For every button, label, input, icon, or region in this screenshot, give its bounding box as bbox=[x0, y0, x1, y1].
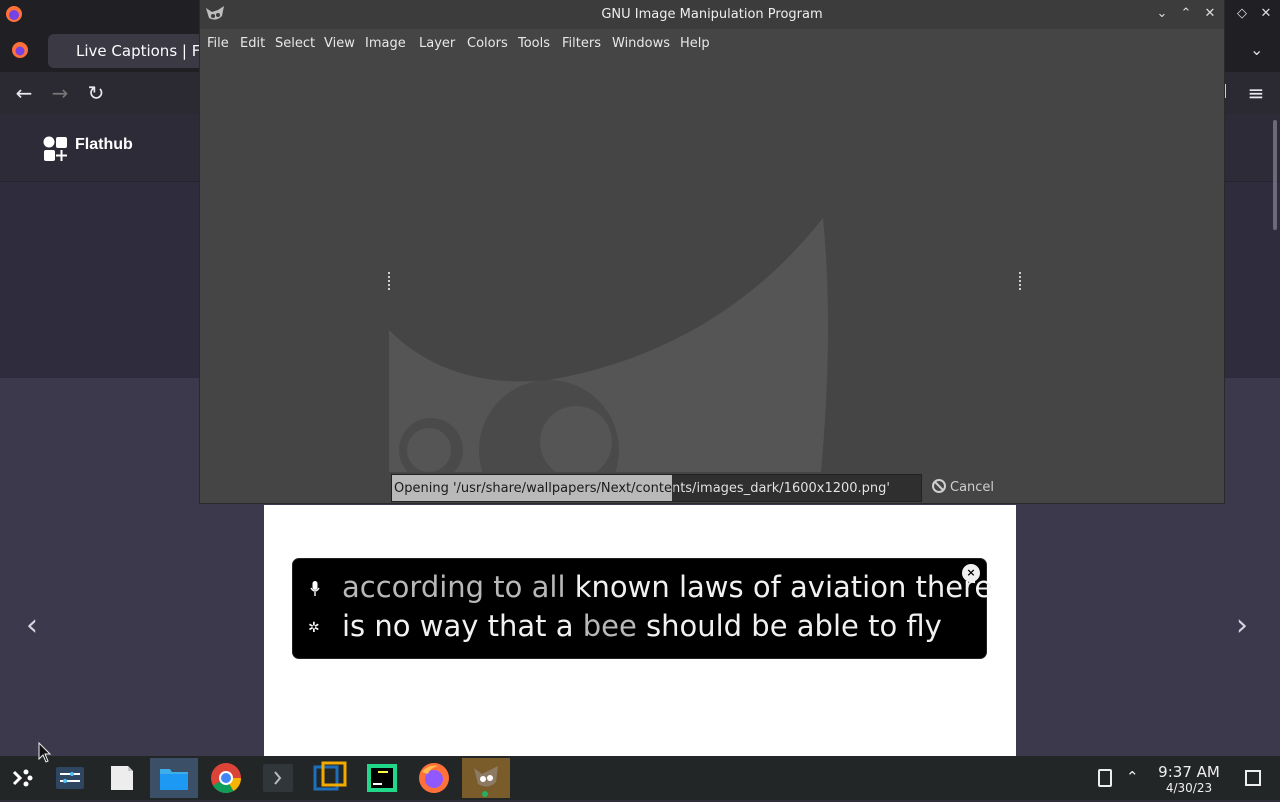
pycharm-icon[interactable] bbox=[358, 758, 406, 798]
chrome-icon[interactable] bbox=[202, 758, 250, 798]
caption-line-2-text-a: is no way that a bbox=[342, 609, 574, 643]
menu-windows[interactable]: Windows bbox=[612, 29, 670, 59]
menu-colors[interactable]: Colors bbox=[467, 29, 508, 59]
reload-icon[interactable]: ↻ bbox=[76, 72, 116, 114]
menu-layer[interactable]: Layer bbox=[419, 29, 455, 59]
virtualbox-icon[interactable] bbox=[306, 758, 354, 798]
caption-line-1: according to all known laws of aviation … bbox=[342, 570, 992, 604]
cancel-icon bbox=[932, 479, 946, 493]
caption-line-2: is no way that a bee should be able to f… bbox=[342, 609, 942, 643]
browser-close-icon[interactable]: ✕ bbox=[1256, 4, 1276, 24]
menu-image[interactable]: Image bbox=[365, 29, 406, 59]
show-desktop-icon[interactable] bbox=[1245, 770, 1261, 786]
microphone-icon[interactable] bbox=[310, 581, 320, 597]
system-tray-expand-icon[interactable]: ⌃ bbox=[1126, 768, 1139, 786]
cancel-label: Cancel bbox=[950, 480, 995, 495]
carousel-prev-icon[interactable]: ‹ bbox=[26, 608, 38, 643]
gimp-drop-area-watermark[interactable] bbox=[389, 210, 829, 472]
menu-file[interactable]: File bbox=[207, 29, 229, 59]
menu-help[interactable]: Help bbox=[680, 29, 710, 59]
captions-close-button[interactable]: × bbox=[962, 564, 980, 582]
firefox-icon[interactable] bbox=[410, 758, 458, 798]
menu-edit[interactable]: Edit bbox=[240, 29, 265, 59]
clock-date[interactable]: 4/30/23 bbox=[1150, 781, 1228, 795]
system-settings-icon[interactable] bbox=[46, 758, 94, 798]
gimp-icon[interactable] bbox=[462, 758, 510, 798]
text-file-icon[interactable] bbox=[98, 758, 146, 798]
back-arrow-icon[interactable]: ← bbox=[4, 72, 44, 114]
progress-text: Opening '/usr/share/wallpapers/Next/cont… bbox=[394, 475, 921, 501]
keep-above-icon[interactable]: ◇ bbox=[1232, 4, 1252, 24]
hamburger-menu-icon[interactable]: ≡ bbox=[1236, 72, 1276, 114]
menu-tools[interactable]: Tools bbox=[518, 29, 550, 59]
site-name[interactable]: Flathub bbox=[75, 136, 133, 154]
caption-line-1-faded: according to all bbox=[342, 570, 566, 604]
file-manager-icon[interactable] bbox=[150, 758, 198, 798]
minimize-icon[interactable]: ⌄ bbox=[1152, 4, 1172, 24]
app-launcher-icon[interactable] bbox=[0, 758, 48, 798]
clock-time[interactable]: 9:37 AM bbox=[1150, 763, 1228, 781]
tab-list-chevron-icon[interactable]: ⌄ bbox=[1250, 40, 1263, 59]
maximize-icon[interactable]: ⌃ bbox=[1176, 4, 1196, 24]
left-guide-marker bbox=[388, 272, 392, 290]
cancel-button[interactable]: Cancel bbox=[932, 478, 994, 498]
right-guide-marker bbox=[1019, 272, 1023, 290]
clipboard-icon[interactable] bbox=[1098, 769, 1112, 787]
open-progress-bar: Opening '/usr/share/wallpapers/Next/cont… bbox=[391, 474, 922, 502]
caption-line-1-text: known laws of aviation there bbox=[574, 570, 993, 604]
gimp-window-title: GNU Image Manipulation Program bbox=[601, 7, 823, 22]
menu-view[interactable]: View bbox=[324, 29, 355, 59]
settings-gear-icon[interactable]: ✲ bbox=[308, 620, 320, 636]
menu-filters[interactable]: Filters bbox=[562, 29, 601, 59]
forward-arrow-icon[interactable]: → bbox=[40, 72, 80, 114]
page-scrollbar[interactable] bbox=[1273, 120, 1277, 230]
close-icon[interactable]: ✕ bbox=[1200, 4, 1220, 24]
firefox-view-icon[interactable] bbox=[10, 40, 30, 60]
menu-select[interactable]: Select bbox=[275, 29, 315, 59]
caption-line-2-faded: bee bbox=[582, 609, 637, 643]
terminal-icon[interactable] bbox=[254, 758, 302, 798]
caption-line-2-text-b: should be able to fly bbox=[646, 609, 942, 643]
firefox-app-icon bbox=[5, 5, 23, 23]
carousel-next-icon[interactable]: › bbox=[1236, 608, 1248, 643]
flathub-logo-icon[interactable] bbox=[43, 136, 69, 162]
